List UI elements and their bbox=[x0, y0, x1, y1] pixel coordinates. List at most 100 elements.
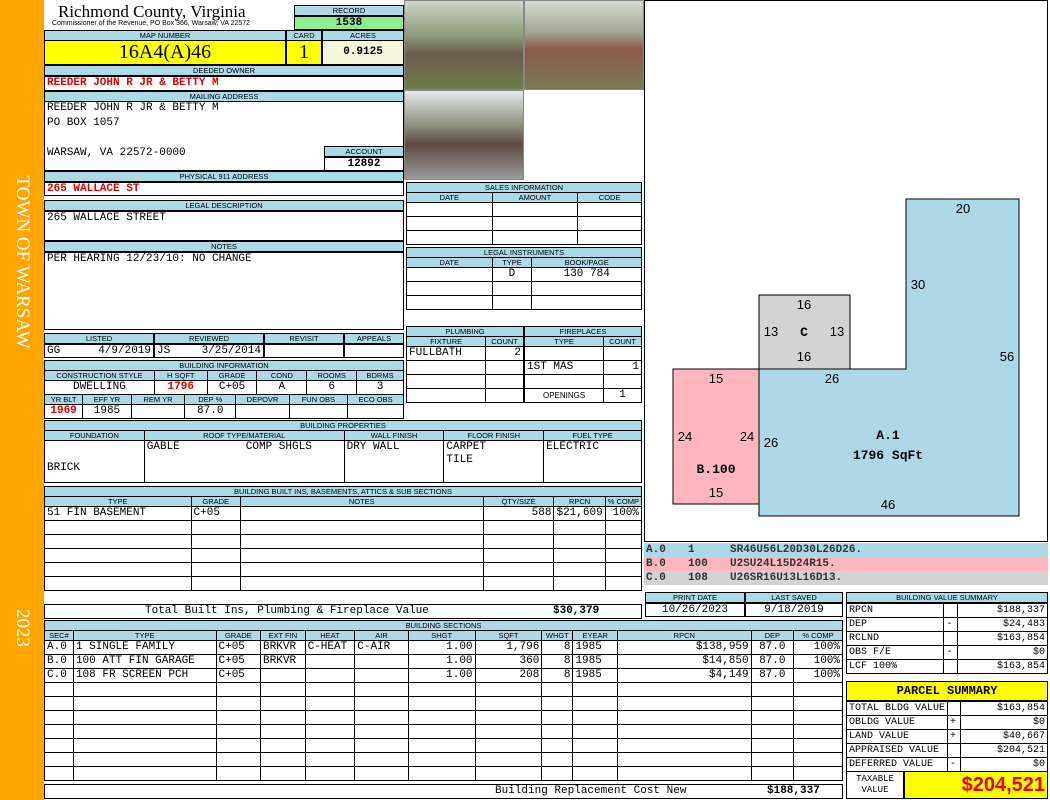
table-cell: RPCN bbox=[845, 603, 945, 618]
table-cell: DRY WALL bbox=[343, 440, 445, 483]
table-cell bbox=[572, 766, 618, 781]
table-cell bbox=[577, 230, 642, 245]
table-cell bbox=[474, 682, 543, 697]
table-cell bbox=[190, 520, 241, 535]
property-photo-1[interactable] bbox=[404, 0, 524, 90]
property-photo-2[interactable] bbox=[524, 0, 644, 90]
segment-cell: U26SR16U13L16D13. bbox=[730, 572, 843, 584]
table-row: FULLBATH 2 bbox=[405, 346, 524, 361]
tax-year: 2023 bbox=[12, 609, 33, 647]
table-row: LCF 100% $163,854 bbox=[845, 659, 1048, 674]
dim-a-bottom: 46 bbox=[881, 497, 895, 512]
dim-b-top: 15 bbox=[709, 371, 723, 386]
table-cell bbox=[260, 668, 306, 683]
table-cell bbox=[44, 766, 74, 781]
table-cell bbox=[523, 374, 605, 389]
table-cell bbox=[215, 752, 262, 767]
builtins-total-label: Total Built Ins, Plumbing & Fireplace Va… bbox=[145, 605, 429, 617]
table-cell bbox=[260, 696, 306, 711]
table-cell bbox=[239, 534, 484, 549]
table-cell bbox=[603, 346, 642, 361]
properties-table: FOUNDATION ROOF TYPE/MATERIAL WALL FINISH F… bbox=[44, 430, 642, 483]
table-cell: + bbox=[947, 729, 961, 744]
table-cell: 87.0 bbox=[750, 668, 794, 683]
table-row bbox=[406, 202, 642, 217]
table-cell bbox=[541, 710, 574, 725]
table-cell bbox=[604, 548, 643, 563]
table-cell bbox=[407, 766, 476, 781]
column-header: % COMP bbox=[792, 630, 844, 641]
table-cell: C+05 bbox=[206, 380, 258, 395]
table-cell bbox=[260, 682, 306, 697]
table-row bbox=[523, 346, 642, 361]
mailing-line1: REEDER JOHN R JR & BETTY M bbox=[47, 102, 219, 114]
sales-table: DATE AMOUNT CODE bbox=[406, 192, 642, 245]
value-summary-label: BUILDING VALUE SUMMARY bbox=[846, 592, 1048, 603]
table-row bbox=[406, 230, 642, 245]
column-header: ROOF TYPE/MATERIAL bbox=[143, 430, 345, 441]
table-row: LAND VALUE + $40,667 bbox=[845, 729, 1049, 744]
table-cell bbox=[792, 682, 844, 697]
builtins-table: TYPE GRADE NOTES QTY/SIZE RPCN% COMP 51 FIN B… bbox=[44, 496, 643, 591]
account-label: ACCOUNT bbox=[324, 146, 404, 157]
building-info-table-2: YR BLT EFF YR REM YR DEP % DEPOVR FUN OBS ECO … bbox=[43, 394, 404, 419]
replacement-cost-value: $188,337 bbox=[767, 785, 820, 797]
column-header: GRADE bbox=[190, 496, 241, 507]
table-cell: 51 FIN BASEMENT bbox=[44, 506, 192, 521]
table-cell bbox=[260, 710, 306, 725]
table-cell bbox=[354, 682, 409, 697]
column-header: EYEAR bbox=[572, 630, 618, 641]
table-row: OBS F/E - $0 bbox=[845, 645, 1048, 660]
print-date: 10/26/2023 bbox=[645, 603, 745, 617]
table-cell bbox=[482, 562, 555, 577]
table-cell bbox=[407, 710, 476, 725]
table-row bbox=[405, 388, 524, 403]
property-photo-3[interactable] bbox=[404, 90, 524, 180]
table-cell bbox=[531, 281, 642, 296]
table-cell bbox=[406, 267, 493, 282]
table-row bbox=[44, 562, 643, 577]
table-cell: 8 bbox=[541, 668, 574, 683]
table-cell: 100 ATT FIN GARAGE bbox=[72, 654, 217, 669]
table-cell: OBS F/E bbox=[845, 645, 945, 660]
table-cell: $0 bbox=[959, 757, 1049, 772]
column-header: FUEL TYPE bbox=[543, 430, 642, 441]
table-cell bbox=[354, 752, 409, 767]
sketch-segments: A.0 1 SR46U56L20D30L26D26. B.0 100 U2SU24L15D… bbox=[644, 543, 1048, 585]
table-cell bbox=[260, 738, 306, 753]
replacement-cost-row: Building Replacement Cost New $188,337 bbox=[44, 784, 843, 799]
table-cell: C+05 bbox=[215, 654, 262, 669]
table-row bbox=[44, 682, 844, 697]
table-cell bbox=[541, 766, 574, 781]
table-cell bbox=[531, 295, 642, 310]
table-cell: $163,854 bbox=[957, 631, 1048, 646]
column-header: TYPE bbox=[523, 336, 605, 347]
record-label: RECORD bbox=[294, 5, 404, 16]
table-row: APPRAISED VALUE $204,521 bbox=[845, 743, 1049, 758]
table-cell bbox=[304, 682, 356, 697]
table-cell bbox=[190, 576, 241, 591]
fireplaces-table: TYPE COUNT 1ST MAS 1 OPENINGS 1 bbox=[523, 336, 642, 403]
table-cell bbox=[215, 766, 262, 781]
column-header: EXT FIN bbox=[260, 630, 306, 641]
table-cell: C+05 bbox=[190, 506, 241, 521]
table-cell bbox=[750, 724, 794, 739]
dim-a-top: 20 bbox=[956, 201, 970, 216]
table-cell bbox=[304, 696, 356, 711]
table-cell: DEP bbox=[845, 617, 945, 632]
revisit-label: REVISIT bbox=[264, 333, 344, 344]
table-row bbox=[405, 374, 524, 389]
label-b: B.100 bbox=[696, 462, 735, 477]
table-row: RCLND $163,854 bbox=[845, 631, 1048, 646]
table-cell bbox=[616, 738, 752, 753]
table-cell: OBLDG VALUE bbox=[845, 715, 949, 730]
table-cell bbox=[72, 724, 217, 739]
account-number: 12892 bbox=[324, 157, 404, 171]
column-header: SEC# bbox=[44, 630, 74, 641]
table-cell bbox=[947, 701, 961, 716]
owner-name: REEDER JOHN R JR & BETTY M bbox=[44, 76, 404, 91]
table-cell: ELECTRIC bbox=[543, 440, 642, 483]
table-cell: 1985 bbox=[82, 404, 132, 419]
table-row: YR BLT EFF YR REM YR DEP % DEPOVR FUN OBS ECO … bbox=[43, 394, 404, 405]
building-info-table-1: CONSTRUCTION STYLE H SQFT GRADE COND ROOMS BD… bbox=[44, 370, 404, 395]
